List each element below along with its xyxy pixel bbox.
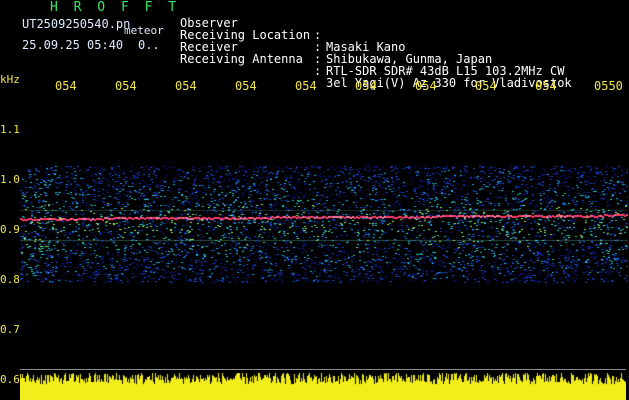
freq-tick: 0.6 [0,373,20,386]
info-row-observer: Observer : Masaki Kano [0,5,629,53]
spectrogram-plot [20,98,628,370]
info-separator: : [314,64,322,78]
time-tick: 054 [235,79,257,93]
info-row-location: Receiving Location : Shibukawa, Gunma, J… [0,17,629,65]
info-row-antenna: Receiving Antenna : 3el Yagi(V) Az 330 f… [0,41,629,89]
info-row-receiver: Receiver : RTL-SDR SDR# 43dB L15 103.2MH… [0,29,629,77]
time-tick: 054 [355,79,377,93]
time-tick: 054 [415,79,437,93]
amplitude-strip [20,370,626,400]
time-tick: 054 [475,79,497,93]
freq-tick: 0.8 [0,273,20,286]
freq-tick: 1.0 [0,173,20,186]
time-tick: 054 [295,79,317,93]
time-tick: 054 [175,79,197,93]
time-tick: 0550 [594,79,623,93]
freq-tick: 0.9 [0,223,20,236]
time-tick: 054 [55,79,77,93]
freq-tick: 0.7 [0,323,20,336]
y-axis-unit: kHz [0,73,20,86]
time-tick: 054 [115,79,137,93]
freq-tick: 1.1 [0,123,20,136]
time-tick: 054 [535,79,557,93]
info-label: Receiving Antenna [180,52,303,66]
